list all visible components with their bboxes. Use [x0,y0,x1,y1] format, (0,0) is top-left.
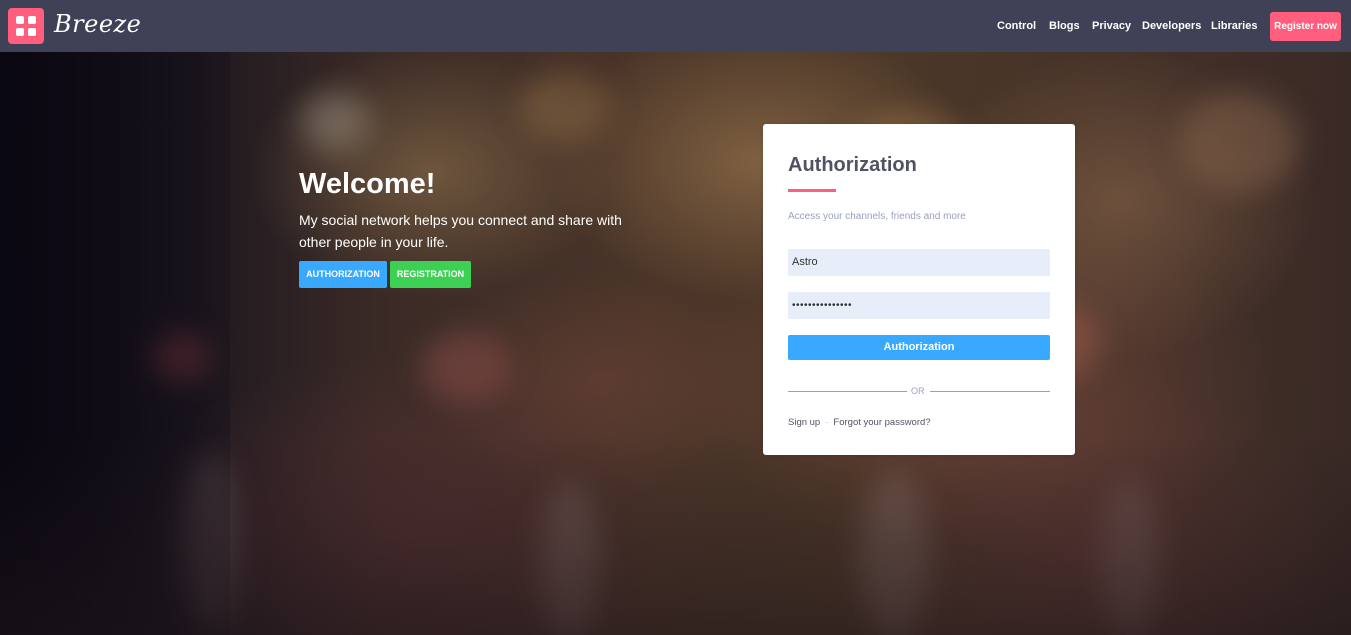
blurred-crowd-background [0,52,1351,635]
top-header: Breeze Control Blogs Privacy Developers … [0,0,1351,52]
login-input[interactable] [788,249,1050,276]
or-label: OR [911,386,925,396]
welcome-text: My social network helps you connect and … [299,212,622,250]
nav-libraries[interactable]: Libraries [1211,0,1257,52]
card-subtitle: Access your channels, friends and more [788,211,966,222]
authorization-submit-button[interactable]: Authorization [788,335,1050,360]
card-title: Authorization [788,154,917,176]
password-input[interactable]: ••••••••••••••• [788,292,1050,319]
forgot-password-link[interactable]: Forgot your password? [833,417,930,428]
hero-registration-button[interactable]: REGISTRATION [390,261,471,288]
register-now-button[interactable]: Register now [1270,12,1341,41]
or-divider-right [930,391,1050,392]
link-separator: · [825,417,829,428]
hero-authorization-button[interactable]: AUTHORIZATION [299,261,387,288]
nav-developers[interactable]: Developers [1142,0,1201,52]
authorization-card: Authorization Access your channels, frie… [763,124,1075,455]
or-divider-left [788,391,907,392]
welcome-title: Welcome! [299,168,436,200]
brand-name[interactable]: Breeze [54,10,141,38]
auth-links: Sign up · Forgot your password? [788,417,931,428]
landing-page: Breeze Control Blogs Privacy Developers … [0,0,1351,635]
nav-blogs[interactable]: Blogs [1049,0,1080,52]
nav-privacy[interactable]: Privacy [1092,0,1131,52]
nav-control[interactable]: Control [997,0,1036,52]
title-accent-bar [788,189,836,192]
breeze-logo-icon[interactable] [8,8,44,44]
sign-up-link[interactable]: Sign up [788,417,820,428]
